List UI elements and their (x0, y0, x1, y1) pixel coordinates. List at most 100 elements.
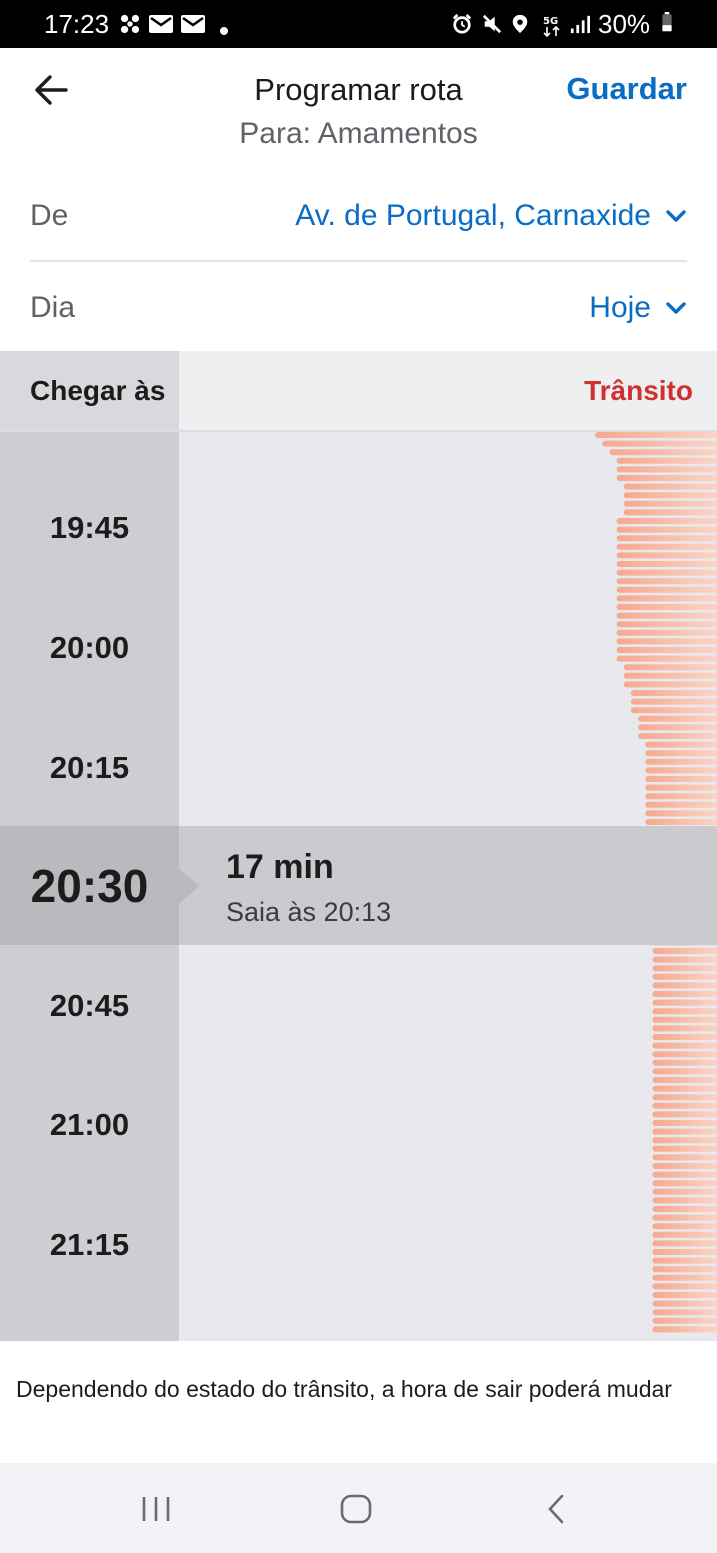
arrival-time-picker[interactable]: 20:30 17 min Saia às 20:13 19:45 20:00 2… (0, 351, 717, 1341)
traffic-bar (595, 432, 717, 438)
traffic-bar (652, 1051, 717, 1058)
signal-icon (570, 15, 590, 34)
traffic-bar (652, 1068, 717, 1075)
trip-duration: 17 min (226, 848, 334, 886)
traffic-bar (616, 612, 717, 619)
traffic-bar (623, 672, 717, 679)
traffic-bar (652, 1231, 717, 1238)
traffic-bar (652, 1197, 717, 1204)
traffic-bar (652, 1085, 717, 1092)
traffic-bar (652, 1059, 717, 1066)
traffic-bar (609, 449, 717, 456)
mail-icon (181, 15, 205, 33)
from-label: De (30, 199, 69, 232)
save-button[interactable]: Guardar (566, 71, 687, 107)
traffic-bar (652, 1102, 717, 1109)
traffic-bar (652, 948, 717, 954)
traffic-bar (652, 1206, 717, 1212)
traffic-bar (602, 440, 717, 447)
battery-percentage: 30% (598, 9, 651, 39)
traffic-bar (616, 475, 717, 481)
traffic-bar (616, 586, 717, 593)
traffic-bar (652, 1223, 717, 1230)
traffic-bar (645, 741, 717, 748)
traffic-bar (616, 629, 717, 636)
traffic-bar (638, 733, 717, 739)
traffic-bar (616, 638, 717, 645)
back-nav-icon[interactable] (544, 1493, 568, 1525)
traffic-bar (652, 982, 717, 989)
alarm-icon (452, 14, 472, 34)
divider (30, 260, 687, 262)
traffic-bar (616, 569, 717, 576)
traffic-bar (652, 1317, 717, 1324)
traffic-bar (645, 776, 717, 782)
time-slot[interactable]: 19:45 (0, 510, 179, 546)
traffic-bar (630, 690, 717, 696)
traffic-bar (652, 1171, 717, 1178)
selected-arrival-time[interactable]: 20:30 (0, 860, 179, 912)
traffic-bar (652, 1094, 717, 1101)
traffic-bar (652, 1283, 717, 1290)
from-dropdown[interactable]: Av. de Portugal, Carnaxide (295, 198, 687, 234)
traffic-bar (652, 1240, 717, 1247)
traffic-bar (652, 1274, 717, 1281)
traffic-bar (645, 810, 717, 817)
traffic-bar (652, 1111, 717, 1118)
traffic-note: Dependendo do estado do trânsito, a hora… (16, 1376, 672, 1402)
traffic-bar (652, 1188, 717, 1195)
traffic-bar (616, 578, 717, 585)
time-slot[interactable]: 21:15 (0, 1227, 179, 1263)
time-slot[interactable]: 20:15 (0, 750, 179, 786)
mute-icon (482, 14, 502, 34)
destination-subtitle: Para: Amamentos (239, 117, 478, 150)
traffic-bar (652, 1309, 717, 1316)
traffic-bar (645, 801, 717, 808)
traffic-bar (616, 466, 717, 473)
traffic-bar (652, 1120, 717, 1126)
traffic-bar (645, 767, 717, 774)
traffic-bar (616, 526, 717, 533)
traffic-bar (652, 1266, 717, 1273)
status-time: 17:23 (44, 9, 110, 39)
traffic-bar (616, 543, 717, 550)
time-slot[interactable]: 20:45 (0, 988, 179, 1024)
traffic-bar (652, 1257, 717, 1264)
day-label: Dia (30, 291, 76, 324)
status-bar: 17:23 5G 30% (0, 0, 717, 48)
traffic-bar (652, 973, 717, 980)
traffic-bar (638, 715, 717, 722)
traffic-bar (652, 1042, 717, 1049)
time-slot[interactable]: 21:00 (0, 1107, 179, 1143)
traffic-bar (652, 1128, 717, 1135)
traffic-bar (652, 1180, 717, 1187)
traffic-bar (623, 681, 717, 688)
traffic-bar (645, 750, 717, 757)
traffic-bar (652, 1214, 717, 1221)
traffic-bar (652, 1154, 717, 1161)
time-slot[interactable]: 20:00 (0, 630, 179, 666)
traffic-bar (652, 1145, 717, 1152)
traffic-bar (616, 457, 717, 464)
traffic-bar (645, 758, 717, 765)
traffic-bar (652, 1016, 717, 1023)
traffic-bar (623, 509, 717, 516)
traffic-bar (616, 518, 717, 524)
location-icon (512, 14, 528, 34)
traffic-bar (645, 819, 717, 825)
leave-at-time: Saia às 20:13 (226, 897, 392, 927)
navigation-bar (0, 1463, 717, 1553)
traffic-bar (652, 1077, 717, 1083)
traffic-bar (616, 655, 717, 662)
traffic-bar (623, 664, 717, 671)
day-dropdown[interactable]: Hoje (589, 290, 687, 326)
traffic-bar (616, 552, 717, 559)
traffic-bar (652, 1008, 717, 1015)
traffic-bar (652, 956, 717, 963)
traffic-bar (616, 535, 717, 542)
traffic-bar (652, 999, 717, 1006)
day-value: Hoje (589, 291, 651, 324)
traffic-bar (638, 724, 717, 731)
recents-icon[interactable] (140, 1495, 172, 1523)
home-icon[interactable] (340, 1494, 372, 1524)
